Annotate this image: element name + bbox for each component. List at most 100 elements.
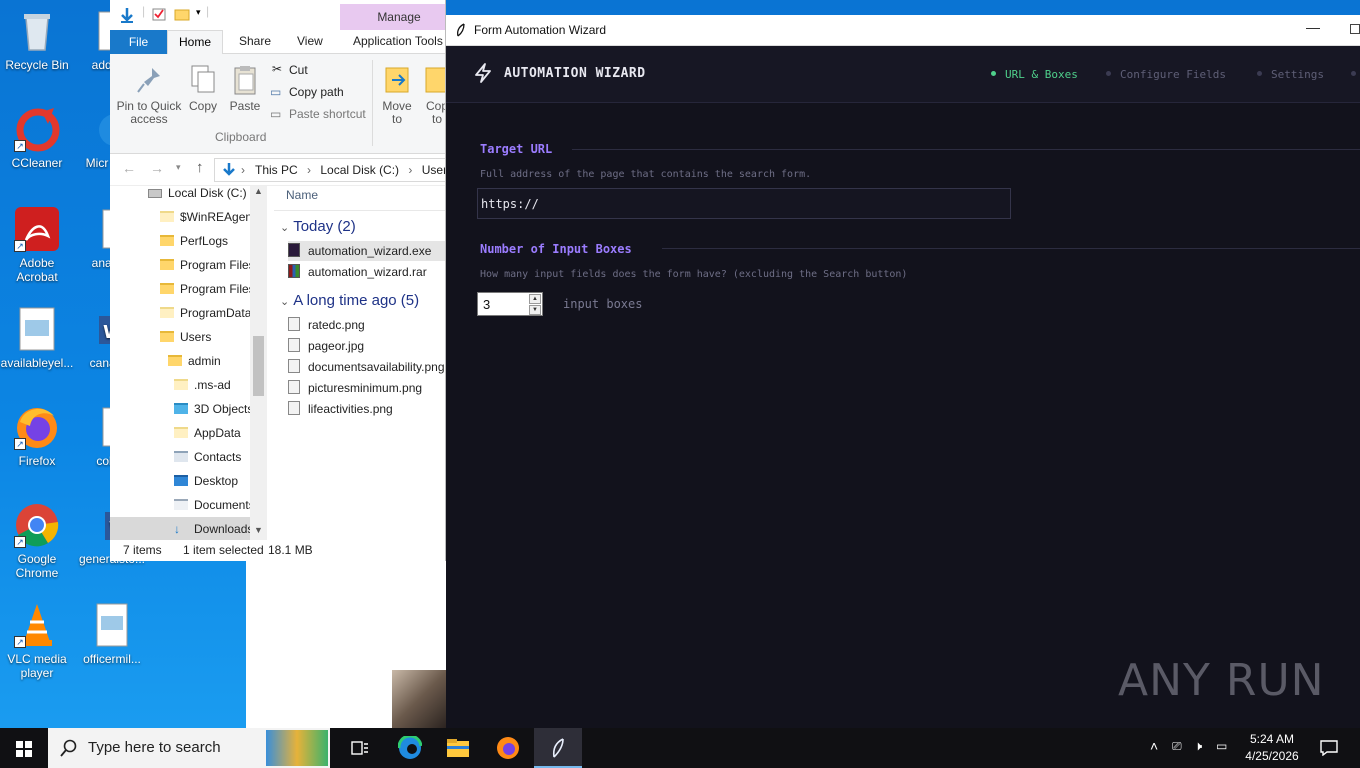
volume-icon[interactable]: 🕨 bbox=[1194, 738, 1202, 754]
new-folder-icon[interactable] bbox=[174, 7, 190, 21]
quick-access-dropdown-icon[interactable]: ▾ bbox=[196, 7, 201, 18]
input-boxes-suffix: input boxes bbox=[563, 297, 643, 311]
group-today[interactable]: ⌄ Today (2) bbox=[280, 218, 356, 235]
file-row[interactable]: documentsavailability.png bbox=[288, 357, 445, 377]
breadcrumb-local-disk[interactable]: Local Disk (C:) bbox=[320, 163, 399, 177]
paste-button[interactable]: Paste bbox=[228, 64, 262, 113]
wizard-taskbar-icon[interactable] bbox=[534, 728, 582, 768]
file-row-selected[interactable]: automation_wizard.exe bbox=[288, 241, 445, 261]
desktop-icon-chrome[interactable]: ↗ Google Chrome bbox=[0, 502, 74, 580]
clock-time[interactable]: 5:24 AM bbox=[1242, 732, 1302, 746]
nav-item-downloads[interactable]: ↓ Downloads bbox=[110, 517, 253, 540]
file-explorer-taskbar-icon[interactable] bbox=[434, 728, 482, 768]
maximize-button[interactable] bbox=[1350, 24, 1360, 34]
start-button[interactable] bbox=[0, 728, 48, 768]
forward-arrow-icon[interactable]: → bbox=[150, 160, 164, 176]
nav-item-admin[interactable]: admin bbox=[168, 349, 221, 373]
file-row[interactable]: pageor.jpg bbox=[288, 336, 364, 356]
firefox-taskbar-icon[interactable] bbox=[484, 728, 532, 768]
nav-item-3d-objects[interactable]: 3D Objects bbox=[174, 397, 253, 421]
taskbar-search-box[interactable]: Type here to search bbox=[48, 728, 330, 768]
tab-view[interactable]: View bbox=[297, 34, 323, 48]
recycle-bin-icon bbox=[14, 8, 60, 54]
address-bar[interactable]: › This PC › Local Disk (C:) › Users bbox=[214, 158, 445, 182]
vlc-icon: ↗ bbox=[14, 602, 60, 648]
copy-path-button[interactable]: Copy path bbox=[289, 85, 344, 99]
nav-scrollbar-thumb[interactable] bbox=[253, 336, 264, 396]
nav-item-ms-ad[interactable]: .ms-ad bbox=[174, 373, 231, 397]
scroll-down-icon[interactable]: ▼ bbox=[254, 525, 263, 535]
desktop-icon-firefox[interactable]: ↗ Firefox bbox=[0, 404, 74, 468]
nav-item-users[interactable]: Users bbox=[160, 325, 211, 349]
tab-share[interactable]: Share bbox=[239, 34, 271, 48]
nav-item-contacts[interactable]: Contacts bbox=[174, 445, 241, 469]
input-boxes-value[interactable]: 3 bbox=[483, 297, 490, 312]
spin-down-icon[interactable]: ▼ bbox=[529, 305, 541, 315]
step-configure-fields[interactable]: Configure Fields bbox=[1106, 68, 1226, 81]
copy-to-button[interactable]: Cop to bbox=[422, 64, 445, 126]
edge-icon[interactable] bbox=[386, 728, 434, 768]
pin-to-quick-access-button[interactable]: Pin to Quick access bbox=[114, 64, 184, 126]
desktop-icon-vlc[interactable]: ↗ VLC media player bbox=[0, 602, 74, 680]
ccleaner-icon: ↗ bbox=[14, 106, 60, 152]
copy-button[interactable]: Copy bbox=[186, 64, 220, 113]
back-arrow-icon[interactable]: ← bbox=[122, 160, 136, 176]
scroll-up-icon[interactable]: ▲ bbox=[254, 186, 263, 196]
shortcut-arrow-icon: ↗ bbox=[14, 536, 26, 548]
file-explorer-window: | ▾ | Manage File Home Share View Applic… bbox=[110, 0, 446, 561]
step-url-boxes[interactable]: URL & Boxes bbox=[991, 68, 1078, 81]
nav-item-local-disk[interactable]: Local Disk (C:) bbox=[148, 186, 247, 205]
column-header-name[interactable]: Name bbox=[286, 188, 318, 202]
step-settings[interactable]: Settings bbox=[1257, 68, 1324, 81]
task-view-icon[interactable] bbox=[336, 728, 384, 768]
nav-item-documents[interactable]: Documents bbox=[174, 493, 255, 517]
paste-shortcut-button[interactable]: Paste shortcut bbox=[289, 107, 366, 121]
nav-item-program-files[interactable]: Program Files bbox=[160, 253, 255, 277]
image-file-icon bbox=[288, 359, 300, 373]
move-to-button[interactable]: Move to bbox=[378, 64, 416, 126]
cut-button[interactable]: Cut bbox=[289, 63, 308, 77]
rar-archive-icon bbox=[288, 264, 300, 278]
nav-scrollbar[interactable]: ▲ ▼ bbox=[250, 186, 267, 540]
desktop-icon-acrobat[interactable]: ↗ Adobe Acrobat bbox=[0, 206, 74, 284]
breadcrumb-this-pc[interactable]: This PC bbox=[255, 163, 298, 177]
spin-up-icon[interactable]: ▲ bbox=[529, 294, 541, 304]
nav-item-programdata[interactable]: ProgramData bbox=[160, 301, 251, 325]
status-size: 18.1 MB bbox=[268, 543, 313, 557]
feather-icon bbox=[456, 23, 466, 40]
file-row[interactable]: lifeactivities.png bbox=[288, 399, 393, 419]
chevron-up-icon[interactable]: ˄ bbox=[1150, 738, 1158, 754]
shortcut-arrow-icon: ↗ bbox=[14, 438, 26, 450]
desktop-icon-availableyel[interactable]: availableyel... bbox=[0, 306, 74, 370]
up-arrow-icon[interactable]: ↑ bbox=[196, 159, 204, 176]
nav-item-winreagent[interactable]: $WinREAgent bbox=[160, 205, 255, 229]
desktop-icon-ccleaner[interactable]: ↗ CCleaner bbox=[0, 106, 74, 170]
properties-icon[interactable] bbox=[152, 7, 166, 21]
desktop-icon-label: VLC media player bbox=[7, 652, 67, 680]
file-row[interactable]: ratedc.png bbox=[288, 315, 365, 335]
recent-locations-icon[interactable]: ▾ bbox=[176, 162, 181, 173]
minimize-button[interactable]: — bbox=[1306, 19, 1320, 35]
tab-manage[interactable]: Manage bbox=[340, 4, 445, 30]
network-icon[interactable]: ▭ bbox=[1216, 739, 1227, 753]
file-row[interactable]: automation_wizard.rar bbox=[288, 262, 427, 282]
tab-file[interactable]: File bbox=[110, 30, 167, 54]
target-url-input[interactable] bbox=[477, 188, 1011, 219]
downloads-arrow-icon bbox=[223, 163, 235, 176]
group-long-time-ago[interactable]: ⌄ A long time ago (5) bbox=[280, 292, 419, 309]
nav-item-appdata[interactable]: AppData bbox=[174, 421, 241, 445]
file-row[interactable]: picturesminimum.png bbox=[288, 378, 422, 398]
nav-item-perflogs[interactable]: PerfLogs bbox=[160, 229, 228, 253]
notifications-icon[interactable] bbox=[1320, 740, 1338, 756]
tab-application-tools[interactable]: Application Tools bbox=[353, 34, 443, 48]
breadcrumb-users[interactable]: Users bbox=[422, 163, 445, 177]
nav-item-desktop[interactable]: Desktop bbox=[174, 469, 238, 493]
clock-date[interactable]: 4/25/2026 bbox=[1242, 749, 1302, 763]
cut-icon: ✂ bbox=[272, 62, 283, 76]
desktop-icon-recycle-bin[interactable]: Recycle Bin bbox=[0, 8, 74, 72]
desktop-icon-col2-7[interactable]: officermil... bbox=[76, 602, 148, 666]
meet-now-icon[interactable]: ⎚ bbox=[1172, 739, 1182, 754]
input-boxes-spinbox[interactable]: 3 ▲ ▼ bbox=[477, 292, 543, 316]
tab-home[interactable]: Home bbox=[167, 30, 223, 55]
nav-item-program-files-x86[interactable]: Program Files bbox=[160, 277, 255, 301]
